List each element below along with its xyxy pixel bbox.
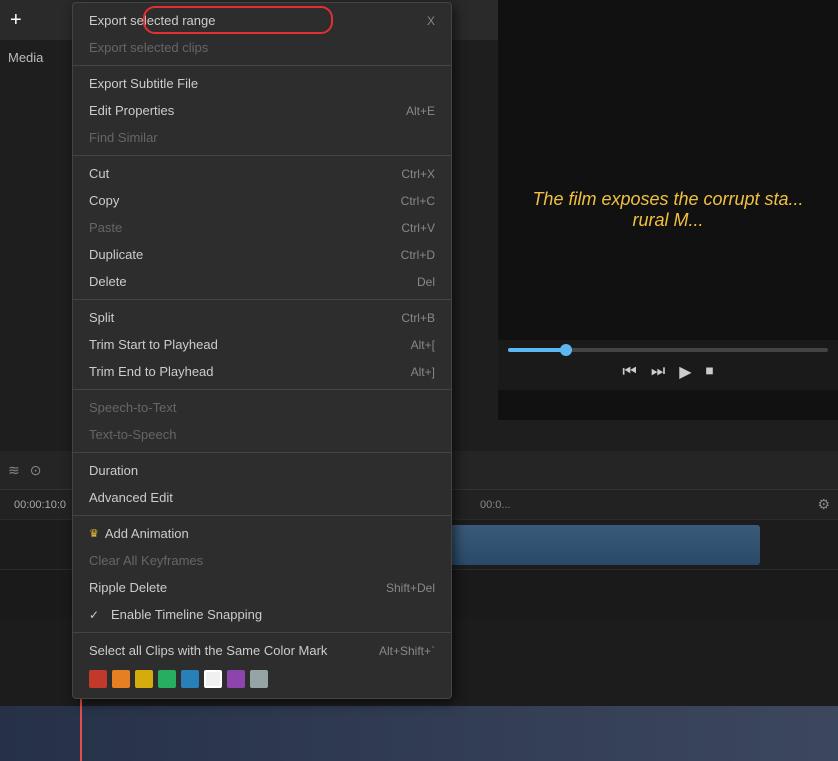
menu-divider-4 xyxy=(73,389,451,390)
menu-item-edit-properties[interactable]: Edit Properties Alt+E xyxy=(73,97,451,124)
menu-item-export-clips: Export selected clips xyxy=(73,34,451,61)
timeline-bottom-bar xyxy=(0,706,838,761)
menu-item-speech-to-text: Speech-to-Text xyxy=(73,394,451,421)
context-menu: Export selected range X Export selected … xyxy=(72,2,452,699)
menu-item-export-subtitle[interactable]: Export Subtitle File xyxy=(73,70,451,97)
control-buttons: ⏮ ⏭ ▶ ⏹ xyxy=(508,362,828,382)
swatch-orange[interactable] xyxy=(112,670,130,688)
copy-label: Copy xyxy=(89,193,119,208)
add-button[interactable]: + xyxy=(10,9,22,32)
menu-item-delete[interactable]: Delete Del xyxy=(73,268,451,295)
menu-item-copy[interactable]: Copy Ctrl+C xyxy=(73,187,451,214)
menu-divider-5 xyxy=(73,452,451,453)
text-to-speech-label: Text-to-Speech xyxy=(89,427,176,442)
swatch-blue[interactable] xyxy=(181,670,199,688)
advanced-edit-label: Advanced Edit xyxy=(89,490,173,505)
cut-label: Cut xyxy=(89,166,109,181)
swatch-green[interactable] xyxy=(158,670,176,688)
menu-item-enable-snapping[interactable]: ✓ Enable Timeline Snapping xyxy=(73,601,451,628)
menu-divider-2 xyxy=(73,155,451,156)
color-swatches xyxy=(73,664,451,694)
ripple-delete-shortcut: Shift+Del xyxy=(386,581,435,595)
preview-subtitle-text: The film exposes the corrupt sta... rura… xyxy=(498,169,838,251)
play-button[interactable]: ▶ xyxy=(679,362,691,382)
step-forward-button[interactable]: ⏭ xyxy=(651,363,665,381)
swatch-white[interactable] xyxy=(204,670,222,688)
trim-start-label: Trim Start to Playhead xyxy=(89,337,218,352)
swatch-yellow[interactable] xyxy=(135,670,153,688)
step-back-button[interactable]: ⏮ xyxy=(622,363,636,381)
progress-fill xyxy=(508,348,566,352)
swatch-purple[interactable] xyxy=(227,670,245,688)
crown-icon: ♛ xyxy=(89,527,99,540)
magnet-icon[interactable]: ⊙ xyxy=(30,462,42,479)
enable-snapping-label: Enable Timeline Snapping xyxy=(111,607,262,622)
settings-icon[interactable]: ⚙ xyxy=(817,496,830,513)
split-label: Split xyxy=(89,310,114,325)
speech-to-text-label: Speech-to-Text xyxy=(89,400,176,415)
duplicate-label: Duplicate xyxy=(89,247,143,262)
menu-item-trim-start[interactable]: Trim Start to Playhead Alt+[ xyxy=(73,331,451,358)
select-color-label: Select all Clips with the Same Color Mar… xyxy=(89,643,327,658)
trim-end-label: Trim End to Playhead xyxy=(89,364,214,379)
menu-item-paste: Paste Ctrl+V xyxy=(73,214,451,241)
menu-item-cut[interactable]: Cut Ctrl+X xyxy=(73,160,451,187)
ruler-time-5: 00:0... xyxy=(480,499,580,511)
menu-item-duration[interactable]: Duration xyxy=(73,457,451,484)
menu-item-trim-end[interactable]: Trim End to Playhead Alt+] xyxy=(73,358,451,385)
copy-shortcut: Ctrl+C xyxy=(401,194,435,208)
ripple-delete-label: Ripple Delete xyxy=(89,580,167,595)
progress-bar[interactable] xyxy=(508,348,828,352)
menu-item-select-color[interactable]: Select all Clips with the Same Color Mar… xyxy=(73,637,451,664)
menu-divider-6 xyxy=(73,515,451,516)
duration-label: Duration xyxy=(89,463,138,478)
export-range-shortcut: X xyxy=(427,14,435,28)
menu-item-duplicate[interactable]: Duplicate Ctrl+D xyxy=(73,241,451,268)
cut-shortcut: Ctrl+X xyxy=(401,167,435,181)
snapping-label-group: ✓ Enable Timeline Snapping xyxy=(89,607,262,622)
edit-properties-shortcut: Alt+E xyxy=(406,104,435,118)
add-animation-label: Add Animation xyxy=(105,526,189,541)
menu-divider-3 xyxy=(73,299,451,300)
menu-item-find-similar: Find Similar xyxy=(73,124,451,151)
paste-label: Paste xyxy=(89,220,122,235)
swatch-red[interactable] xyxy=(89,670,107,688)
waveform-icon[interactable]: ≋ xyxy=(8,462,20,479)
media-label: Media xyxy=(8,50,43,65)
edit-properties-label: Edit Properties xyxy=(89,103,174,118)
menu-item-ripple-delete[interactable]: Ripple Delete Shift+Del xyxy=(73,574,451,601)
trim-start-shortcut: Alt+[ xyxy=(411,338,435,352)
export-subtitle-label: Export Subtitle File xyxy=(89,76,198,91)
stop-button[interactable]: ⏹ xyxy=(706,363,714,381)
check-icon: ✓ xyxy=(89,608,105,622)
menu-item-export-range[interactable]: Export selected range X xyxy=(73,7,451,34)
menu-divider-7 xyxy=(73,632,451,633)
find-similar-label: Find Similar xyxy=(89,130,158,145)
clear-keyframes-label: Clear All Keyframes xyxy=(89,553,203,568)
paste-shortcut: Ctrl+V xyxy=(401,221,435,235)
menu-item-clear-keyframes: Clear All Keyframes xyxy=(73,547,451,574)
split-shortcut: Ctrl+B xyxy=(401,311,435,325)
export-clips-label: Export selected clips xyxy=(89,40,208,55)
swatch-gray[interactable] xyxy=(250,670,268,688)
duplicate-shortcut: Ctrl+D xyxy=(401,248,435,262)
add-animation-label-group: ♛ Add Animation xyxy=(89,526,189,541)
trim-end-shortcut: Alt+] xyxy=(411,365,435,379)
current-time-label: 00:00:10:0 xyxy=(0,490,80,520)
progress-thumb xyxy=(560,344,572,356)
menu-item-add-animation[interactable]: ♛ Add Animation xyxy=(73,520,451,547)
menu-item-split[interactable]: Split Ctrl+B xyxy=(73,304,451,331)
menu-item-advanced-edit[interactable]: Advanced Edit xyxy=(73,484,451,511)
video-controls: ⏮ ⏭ ▶ ⏹ xyxy=(498,340,838,390)
delete-label: Delete xyxy=(89,274,127,289)
delete-shortcut: Del xyxy=(417,275,435,289)
select-color-shortcut: Alt+Shift+` xyxy=(379,644,435,658)
menu-item-text-to-speech: Text-to-Speech xyxy=(73,421,451,448)
menu-divider-1 xyxy=(73,65,451,66)
export-range-label: Export selected range xyxy=(89,13,215,28)
